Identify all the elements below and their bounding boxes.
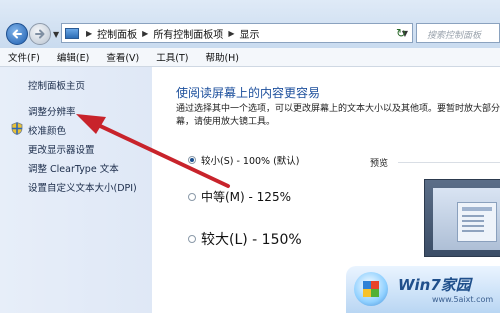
breadcrumb-separator-icon[interactable]: ▶ xyxy=(86,29,92,38)
radio-larger[interactable] xyxy=(188,235,196,243)
menu-file[interactable]: 文件(F) xyxy=(8,50,40,64)
page-description: 通过选择其中一个选项，可以更改屏幕上的文本大小以及其他项。要暂时放大部分屏幕，请… xyxy=(176,104,500,127)
preview-divider xyxy=(398,162,500,163)
option-smaller-label: 较小(S) - 100% (默认) xyxy=(201,156,300,167)
back-arrow-icon xyxy=(12,29,22,39)
option-larger-label: 较大(L) - 150% xyxy=(201,232,302,248)
watermark-logo-icon xyxy=(354,272,388,306)
breadcrumb[interactable]: ▶ 控制面板 ▶ 所有控制面板项 ▶ 显示 ▼ xyxy=(61,23,413,43)
option-larger[interactable]: 较大(L) - 150% xyxy=(188,229,302,249)
sidebar-item-home[interactable]: 控制面板主页 xyxy=(28,78,85,92)
sidebar-item-custom-dpi[interactable]: 设置自定义文本大小(DPI) xyxy=(28,180,137,194)
forward-arrow-icon xyxy=(35,29,45,39)
breadcrumb-item-control-panel[interactable]: 控制面板 xyxy=(97,26,137,41)
shield-icon xyxy=(11,122,23,135)
menu-help[interactable]: 帮助(H) xyxy=(205,50,239,64)
refresh-icon[interactable]: ↻ xyxy=(396,26,406,40)
menu-view[interactable]: 查看(V) xyxy=(106,50,139,64)
radio-smaller[interactable] xyxy=(188,156,196,164)
menu-edit[interactable]: 编辑(E) xyxy=(57,50,89,64)
control-panel-window: ▼ ▶ 控制面板 ▶ 所有控制面板项 ▶ 显示 ▼ ↻ 搜索控制面板 文件(F)… xyxy=(0,0,500,313)
radio-medium[interactable] xyxy=(188,192,196,201)
watermark-title: Win7家园 xyxy=(398,276,471,294)
option-medium[interactable]: 中等(M) - 125% xyxy=(188,188,291,205)
sidebar-item-adjust-resolution[interactable]: 调整分辨率 xyxy=(28,104,76,118)
breadcrumb-separator-icon[interactable]: ▶ xyxy=(142,29,148,38)
breadcrumb-separator-icon[interactable]: ▶ xyxy=(228,29,234,38)
preview-monitor-image xyxy=(424,179,500,257)
menu-tools[interactable]: 工具(T) xyxy=(156,50,188,64)
breadcrumb-item-display[interactable]: 显示 xyxy=(239,26,259,41)
preview-window xyxy=(457,202,497,242)
breadcrumb-item-all-items[interactable]: 所有控制面板项 xyxy=(153,26,223,41)
preview-label: 预览 xyxy=(370,159,389,169)
watermark: Win7家园 www.5aixt.com xyxy=(346,266,500,313)
search-input[interactable]: 搜索控制面板 xyxy=(416,23,500,43)
sidebar: 控制面板主页 调整分辨率 校准颜色 更改显示器设置 调整 ClearType 文… xyxy=(0,67,152,313)
option-smaller[interactable]: 较小(S) - 100% (默认) xyxy=(188,153,300,167)
sidebar-item-calibrate-color[interactable]: 校准颜色 xyxy=(28,123,66,137)
back-button[interactable] xyxy=(6,23,28,45)
page-title: 使阅读屏幕上的内容更容易 xyxy=(176,86,321,100)
forward-button[interactable] xyxy=(29,23,51,45)
menu-bar: 文件(F) 编辑(E) 查看(V) 工具(T) 帮助(H) xyxy=(0,48,500,67)
control-panel-icon xyxy=(65,27,79,39)
sidebar-item-cleartype[interactable]: 调整 ClearType 文本 xyxy=(28,161,119,175)
watermark-url: www.5aixt.com xyxy=(432,295,494,304)
history-dropdown-icon[interactable]: ▼ xyxy=(53,30,59,39)
preview-screen xyxy=(433,188,500,250)
address-bar: ▼ ▶ 控制面板 ▶ 所有控制面板项 ▶ 显示 ▼ ↻ 搜索控制面板 xyxy=(0,0,500,48)
option-medium-label: 中等(M) - 125% xyxy=(201,190,291,204)
sidebar-item-change-display-settings[interactable]: 更改显示器设置 xyxy=(28,142,95,156)
